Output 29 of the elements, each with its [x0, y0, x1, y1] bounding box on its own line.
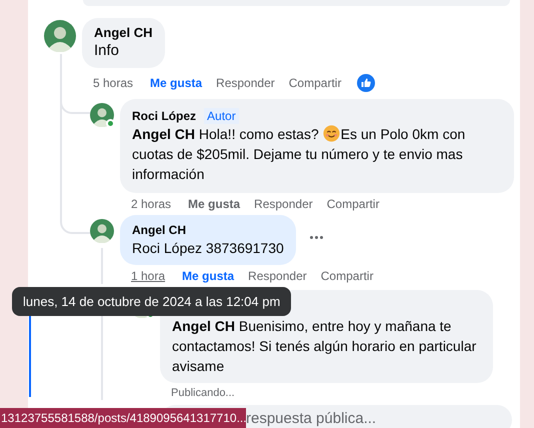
comment-time[interactable]: 2 horas: [131, 195, 172, 213]
like-link[interactable]: Me gusta: [182, 267, 234, 285]
reply-link[interactable]: Responder: [216, 74, 275, 92]
like-link[interactable]: Me gusta: [150, 74, 202, 92]
posting-status: Publicando...: [171, 386, 235, 401]
smiley-icon: [322, 125, 340, 142]
comment-time[interactable]: 1 hora: [131, 267, 166, 285]
like-link[interactable]: Me gusta: [188, 195, 240, 213]
author-name[interactable]: Angel CH: [94, 25, 152, 41]
comment-text: Roci López 3873691730: [132, 239, 284, 258]
author-name[interactable]: Angel CH: [132, 222, 186, 238]
avatar[interactable]: [44, 20, 76, 52]
reply-link[interactable]: Responder: [248, 267, 307, 285]
share-link[interactable]: Compartir: [320, 267, 374, 285]
comment-text: Info: [94, 41, 120, 61]
comment-text: Angel CH Hola!! como estas? Es un Polo 0km con cuotas de $205mil. Dejame tu número y te envio mas información: [132, 124, 466, 184]
comment-text: Angel CH Buenisimo, entre hoy y mañana te contactamos! Si tenés algún horario en particular avisame: [172, 317, 478, 376]
date-tooltip: lunes, 14 de octubre de 2024 a las 12:04 pm: [12, 287, 292, 316]
author-badge: Autor: [204, 108, 239, 124]
thumbs-up-icon[interactable]: [357, 74, 376, 92]
avatar[interactable]: [90, 219, 114, 243]
more-options-icon[interactable]: [310, 236, 323, 239]
author-name[interactable]: Roci López: [132, 108, 196, 124]
link-url-tooltip: 13123755581588/posts/4189095641317710...: [0, 408, 246, 428]
avatar[interactable]: [90, 103, 114, 127]
comment-time[interactable]: 5 horas: [93, 74, 134, 92]
share-link[interactable]: Compartir: [288, 74, 342, 92]
reply-link[interactable]: Responder: [254, 195, 313, 213]
share-link[interactable]: Compartir: [326, 195, 380, 213]
